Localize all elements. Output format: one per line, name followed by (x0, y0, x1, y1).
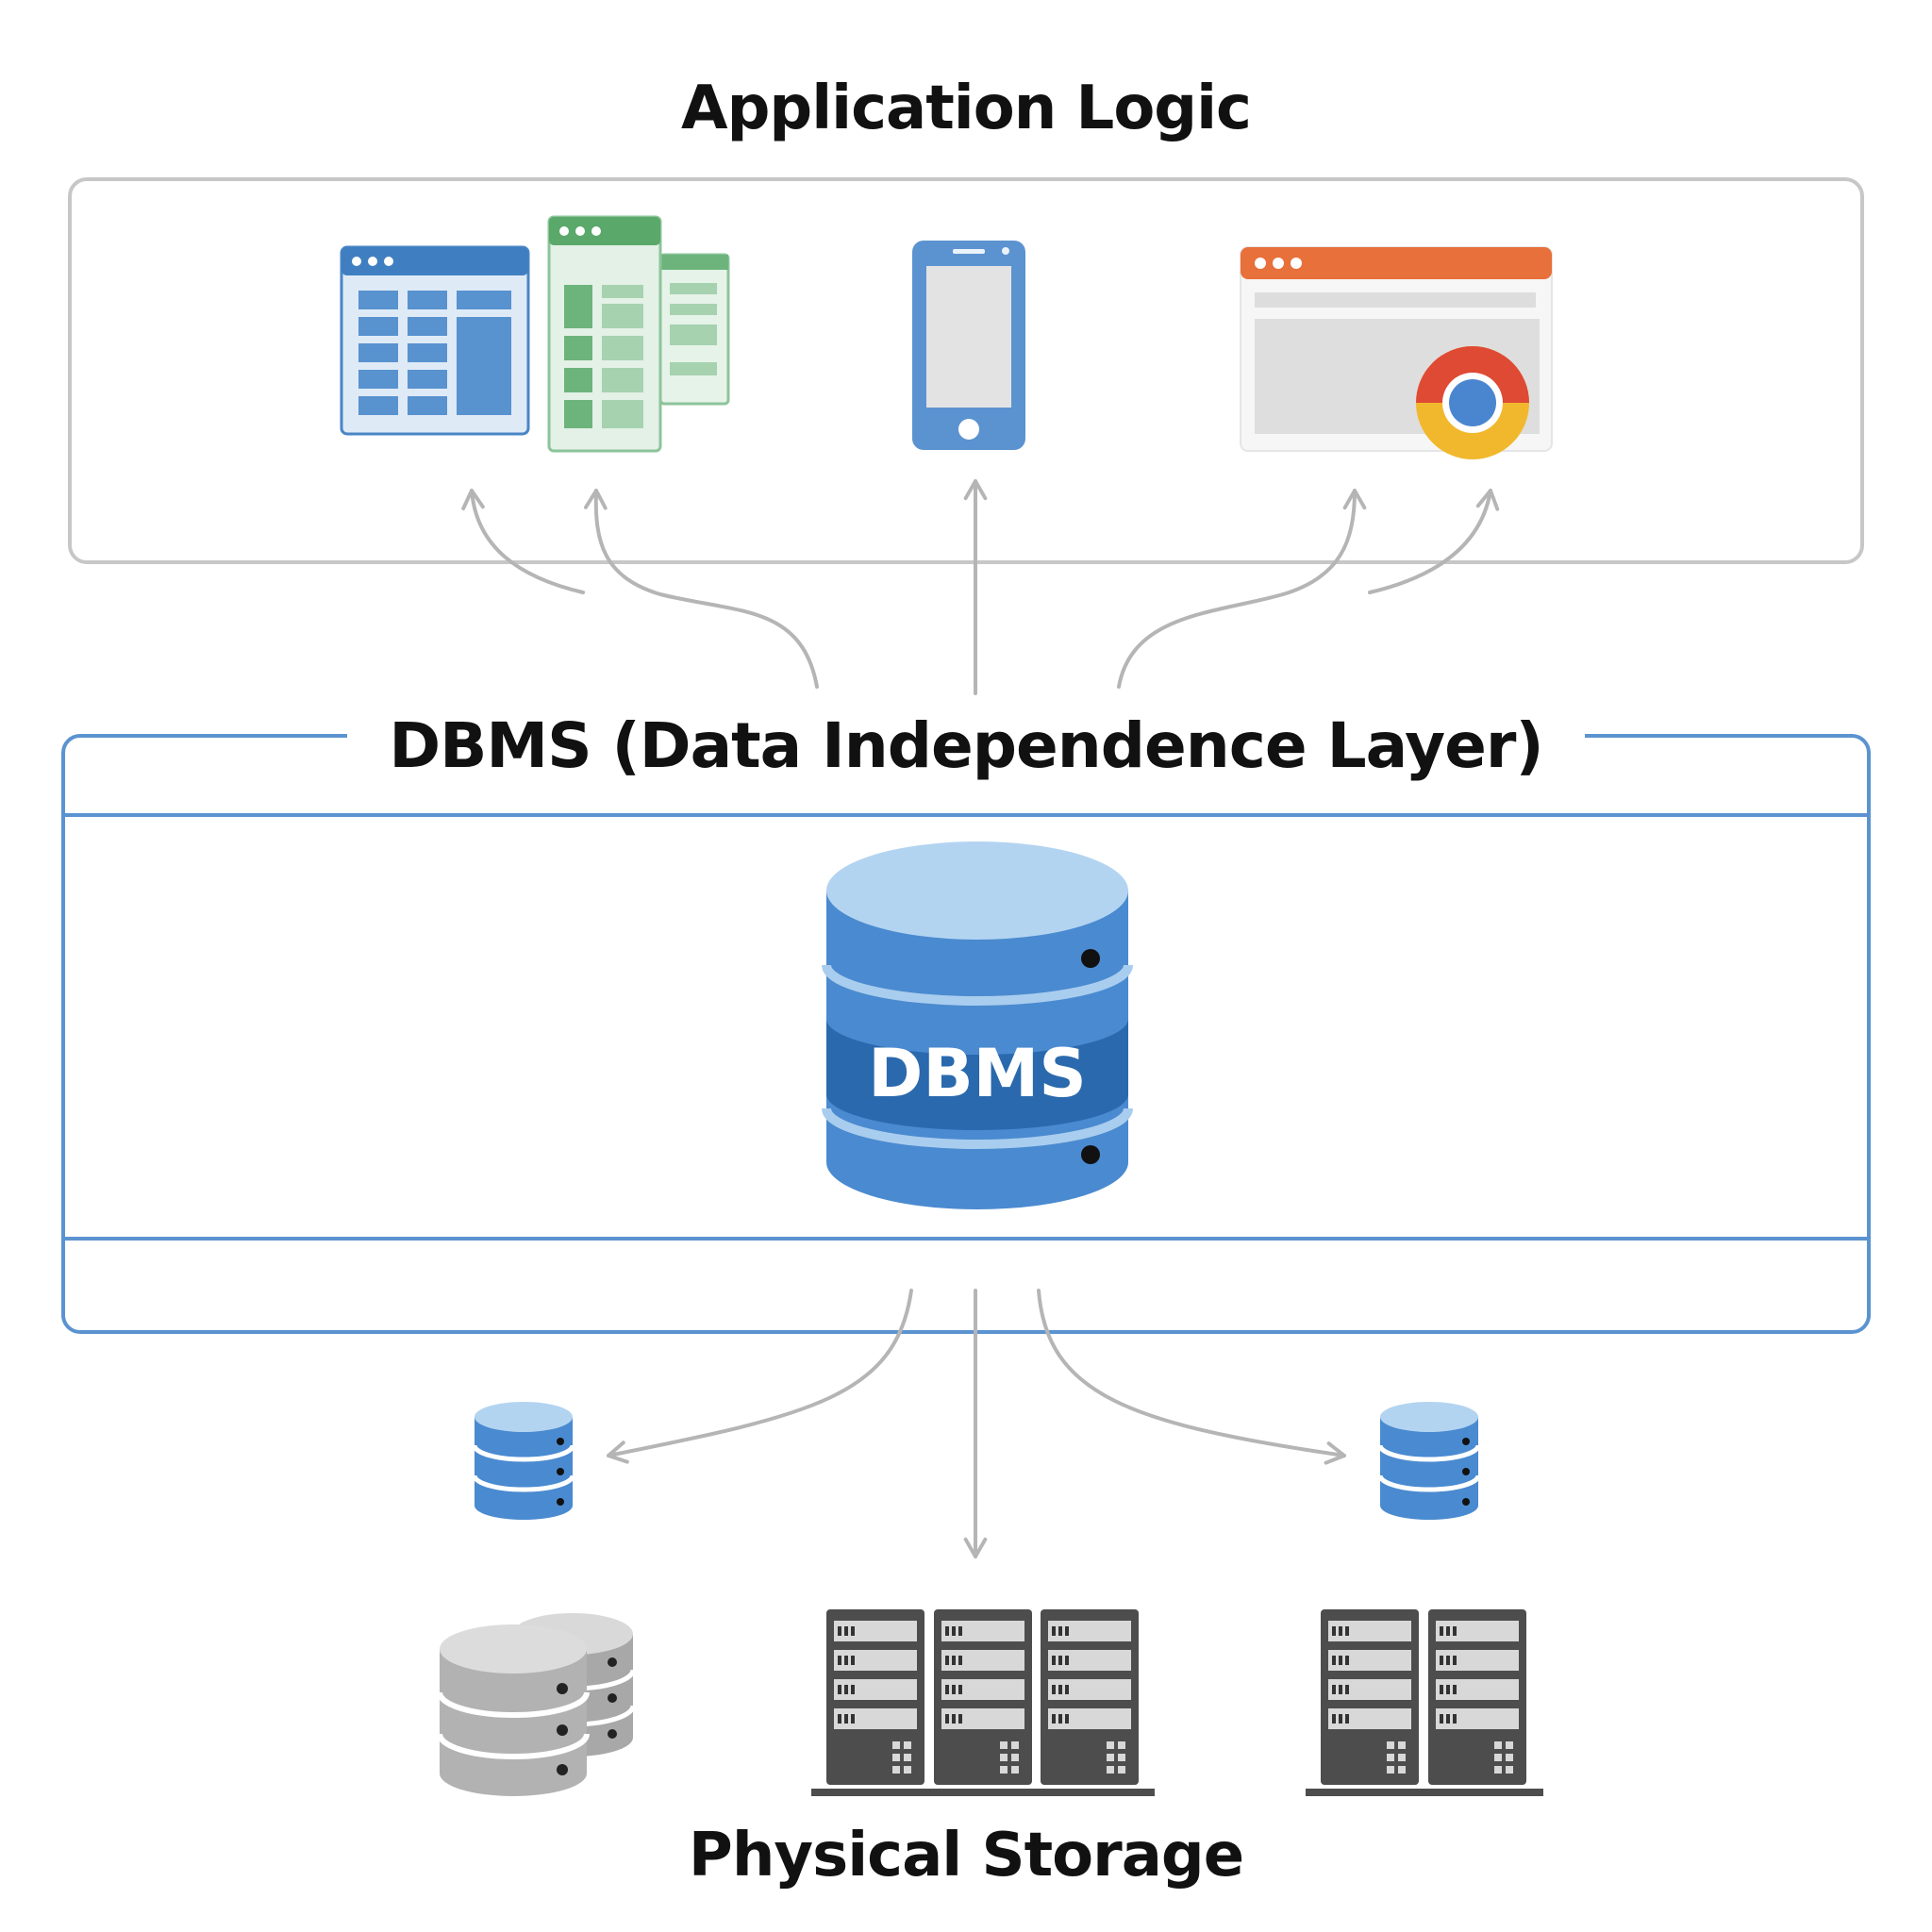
physical-storage-title: Physical Storage (688, 1821, 1244, 1890)
layered-architecture-diagram: DBMS (61, 177, 1871, 1796)
spreadsheet-app-icon (340, 245, 530, 436)
mobile-phone-icon (912, 241, 1025, 450)
arrows-to-applications (461, 479, 1500, 695)
dbms-label: DBMS (868, 1035, 1087, 1112)
application-logic-title: Application Logic (681, 74, 1252, 143)
dbms-layer-title-wrap: DBMS (Data Independence Layer) (0, 709, 1932, 782)
small-database-icon (472, 1402, 575, 1520)
server-rack-icon (934, 1609, 1032, 1785)
browser-logo-icon (1416, 346, 1529, 459)
web-browser-icon (1240, 246, 1553, 459)
small-database-icon (1377, 1402, 1481, 1520)
server-rack-icon (1428, 1609, 1526, 1785)
server-racks (826, 1609, 1526, 1785)
disk-storage-icon (437, 1613, 636, 1796)
dbms-database-icon: DBMS (822, 841, 1133, 1209)
dbms-layer-title: DBMS (Data Independence Layer) (347, 709, 1585, 782)
spreadsheet-app-icon (547, 215, 730, 453)
server-rack-icon (826, 1609, 924, 1785)
server-rack-icon (1041, 1609, 1139, 1785)
server-rack-icon (1321, 1609, 1419, 1785)
